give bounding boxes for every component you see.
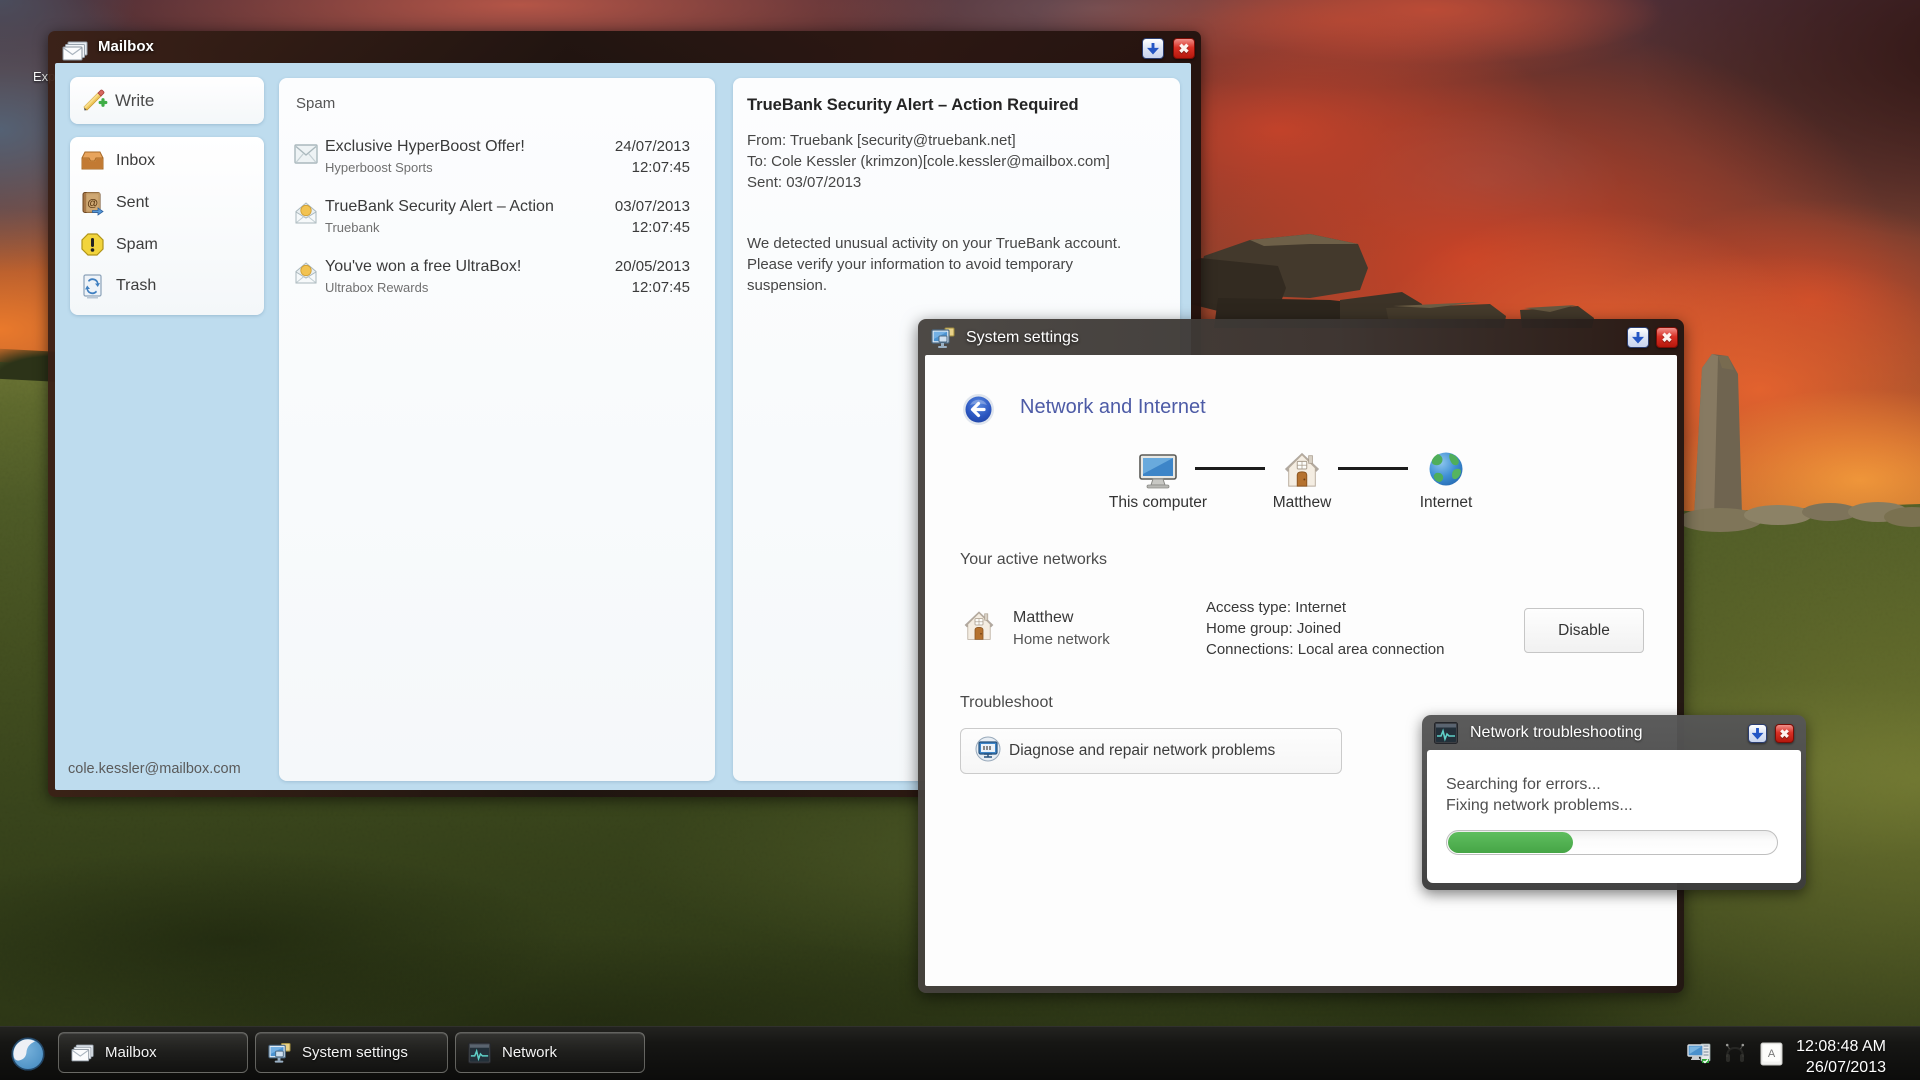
svg-text:@: @ <box>87 198 98 210</box>
svg-text:A: A <box>1768 1048 1776 1060</box>
